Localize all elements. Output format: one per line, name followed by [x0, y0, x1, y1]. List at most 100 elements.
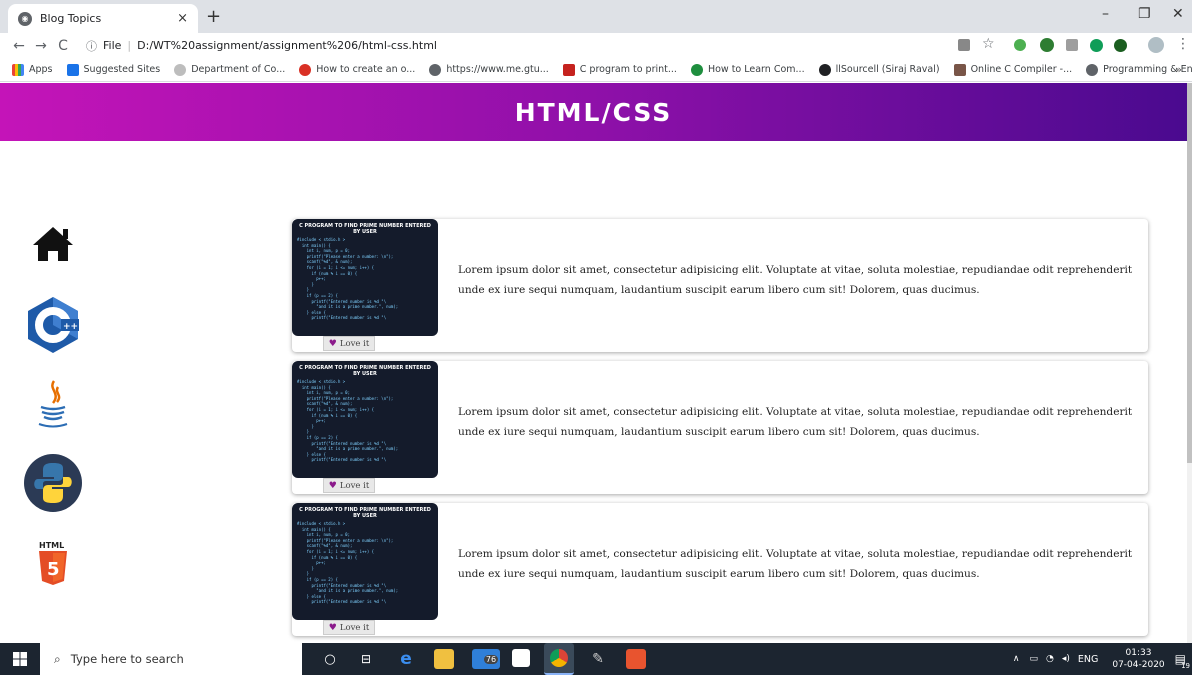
code-snippet: #include < stdio.h > int main() { int i,…	[297, 521, 399, 605]
mail-icon[interactable]: 76	[472, 649, 500, 669]
taskbar-search-input[interactable]: ⌕ Type here to search	[40, 643, 302, 675]
bing-icon	[66, 63, 79, 76]
new-tab-button[interactable]: +	[206, 6, 221, 27]
edge-icon[interactable]: e	[396, 649, 416, 669]
thumbnail-title: C PROGRAM TO FIND PRIME NUMBER ENTERED B…	[299, 365, 431, 377]
notification-count: 19	[1181, 662, 1190, 670]
scrollbar-thumb[interactable]	[1187, 83, 1192, 463]
python-icon[interactable]	[23, 453, 83, 513]
mail-badge: 76	[483, 654, 499, 664]
blog-card: C PROGRAM TO FIND PRIME NUMBER ENTERED B…	[292, 503, 1148, 636]
task-view-icon[interactable]: ⊟	[356, 649, 376, 669]
notifications-icon[interactable]: ▤ 19	[1175, 652, 1190, 670]
store-icon[interactable]	[512, 649, 530, 667]
code-snippet: #include < stdio.h > int main() { int i,…	[297, 379, 399, 463]
love-it-button[interactable]: ♥ Love it	[323, 620, 375, 635]
extension-icon[interactable]	[1114, 39, 1127, 52]
wifi-icon[interactable]: ◔	[1046, 654, 1054, 664]
app-icon[interactable]	[626, 649, 646, 669]
site-icon	[174, 63, 187, 76]
avatar[interactable]	[1148, 37, 1164, 53]
battery-icon[interactable]: ▭	[1029, 654, 1038, 664]
clock-time: 01:33	[1125, 648, 1152, 658]
java-icon[interactable]	[23, 375, 83, 435]
bookmark-label: Apps	[29, 64, 53, 75]
bookmark-apps[interactable]: Apps	[12, 63, 53, 76]
apps-grid-icon	[12, 63, 24, 76]
cpp-icon[interactable]: ++	[23, 295, 83, 355]
html5-icon[interactable]: HTML 5	[23, 531, 83, 591]
code-thumbnail[interactable]: C PROGRAM TO FIND PRIME NUMBER ENTERED B…	[292, 503, 438, 620]
bookmark-github[interactable]: llSourcell (Siraj Raval)	[818, 63, 940, 76]
clock[interactable]: 01:33 07-04-2020	[1112, 647, 1164, 671]
love-it-button[interactable]: ♥ Love it	[323, 478, 375, 493]
svg-text:HTML: HTML	[39, 541, 64, 550]
cortana-icon[interactable]: ○	[320, 649, 340, 669]
file-explorer-icon[interactable]	[434, 649, 454, 669]
card-text: Lorem ipsum dolor sit amet, consectetur …	[458, 548, 1133, 580]
info-icon[interactable]: ⓘ	[86, 38, 97, 54]
volume-icon[interactable]: ◂)	[1062, 654, 1070, 664]
shield-icon[interactable]	[1014, 39, 1026, 51]
divider: |	[127, 39, 132, 52]
system-tray: ∧ ▭ ◔ ◂) ENG 01:33 07-04-2020 ▤ 19	[1013, 643, 1192, 675]
tab-close-icon[interactable]: ×	[177, 11, 188, 26]
card-text: Lorem ipsum dolor sit amet, consectetur …	[458, 264, 1133, 296]
love-it-label: Love it	[339, 338, 370, 349]
close-window-button[interactable]: ✕	[1172, 6, 1184, 22]
url-text[interactable]: D:/WT%20assignment/assignment%206/html-c…	[137, 39, 437, 52]
bookmark-label: C program to print...	[579, 64, 677, 75]
language-indicator[interactable]: ENG	[1078, 654, 1098, 665]
menu-icon[interactable]: ⋮	[1176, 36, 1190, 52]
bookmark-learn[interactable]: How to Learn Com...	[690, 63, 805, 76]
site-icon	[690, 63, 703, 76]
page-scrollbar[interactable]	[1187, 83, 1192, 643]
address-bar[interactable]: ⓘ File | D:/WT%20assignment/assignment%2…	[86, 35, 1136, 56]
java-icon	[953, 63, 966, 76]
blog-card: C PROGRAM TO FIND PRIME NUMBER ENTERED B…	[292, 361, 1148, 494]
minimize-button[interactable]: –	[1102, 6, 1109, 22]
code-thumbnail[interactable]: C PROGRAM TO FIND PRIME NUMBER ENTERED B…	[292, 361, 438, 478]
back-button[interactable]: ←	[8, 38, 30, 54]
bookmarks-more-button[interactable]: »	[1175, 63, 1182, 76]
tab-blog-topics[interactable]: ◉ Blog Topics ×	[8, 4, 198, 33]
bookmark-c-program[interactable]: C program to print...	[562, 63, 677, 76]
extension-icon[interactable]	[1040, 38, 1054, 52]
bookmark-compiler[interactable]: Online C Compiler -...	[953, 63, 1072, 76]
bookmark-department[interactable]: Department of Co...	[174, 63, 285, 76]
heart-icon: ♥	[328, 622, 337, 633]
forward-button[interactable]: →	[30, 38, 52, 54]
page-title: HTML/CSS	[514, 97, 673, 127]
restore-button[interactable]: ❐	[1138, 6, 1151, 22]
file-label: File	[103, 39, 122, 52]
card-text: Lorem ipsum dolor sit amet, consectetur …	[458, 406, 1133, 438]
translate-icon[interactable]	[958, 39, 970, 51]
clock-date: 07-04-2020	[1112, 660, 1165, 670]
page-viewport: HTML/CSS ++ HTML 5 C PROGRAM TO FIND PRI…	[0, 83, 1187, 643]
start-button[interactable]	[0, 643, 40, 675]
extension-icon[interactable]	[1066, 39, 1078, 51]
home-icon[interactable]	[23, 215, 83, 275]
bookmark-gtu[interactable]: https://www.me.gtu...	[429, 63, 549, 76]
reload-button[interactable]: C	[52, 38, 74, 54]
chevron-up-icon[interactable]: ∧	[1013, 654, 1020, 664]
svg-text:5: 5	[47, 559, 60, 580]
love-it-label: Love it	[339, 480, 370, 491]
bookmark-quora[interactable]: How to create an o...	[299, 63, 415, 76]
globe-icon	[1086, 63, 1099, 76]
code-thumbnail[interactable]: C PROGRAM TO FIND PRIME NUMBER ENTERED B…	[292, 219, 438, 336]
tool-icon[interactable]: ✎	[588, 649, 608, 669]
chrome-icon[interactable]	[544, 643, 574, 675]
extension-icon[interactable]	[1090, 39, 1103, 52]
globe-icon: ◉	[18, 11, 32, 26]
tab-strip: ◉ Blog Topics × + – ❐ ✕	[0, 0, 1192, 33]
page-header: HTML/CSS	[0, 83, 1187, 141]
cup-icon	[562, 63, 575, 76]
heart-icon: ♥	[328, 338, 337, 349]
bookmark-suggested-sites[interactable]: Suggested Sites	[66, 63, 160, 76]
star-icon[interactable]: ☆	[982, 36, 995, 52]
heart-icon: ♥	[328, 480, 337, 491]
windows-taskbar: ⌕ Type here to search ○ ⊟ e 76 ✎ ∧ ▭ ◔ ◂…	[0, 643, 1192, 675]
love-it-button[interactable]: ♥ Love it	[323, 336, 375, 351]
windows-icon	[13, 652, 27, 666]
